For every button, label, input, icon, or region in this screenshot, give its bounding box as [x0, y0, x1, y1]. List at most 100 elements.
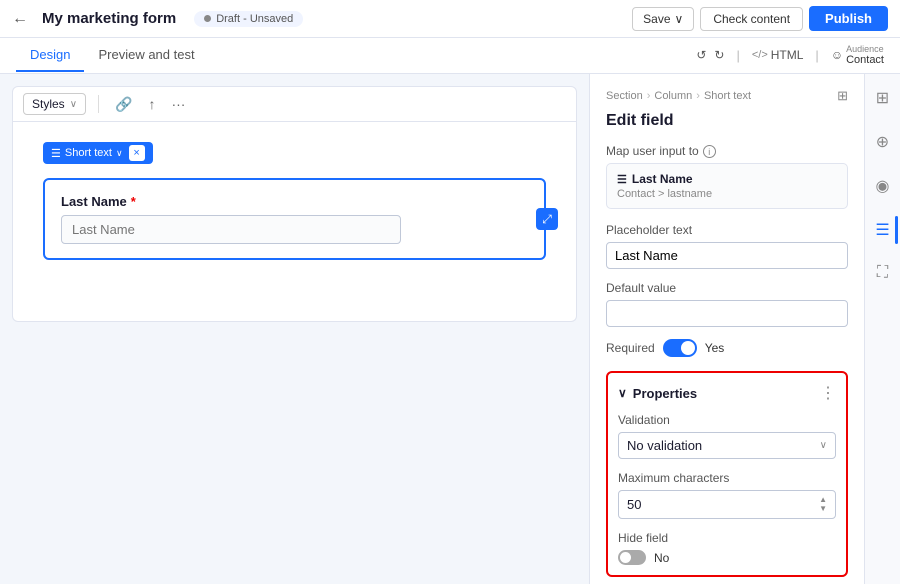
styles-select[interactable]: Styles ∨	[23, 93, 86, 115]
undo-button[interactable]: ↺	[696, 48, 706, 62]
breadcrumb-type: Short text	[704, 90, 751, 102]
map-box[interactable]: ☰ Last Name Contact > lastname	[606, 163, 848, 209]
back-button[interactable]: ←	[12, 10, 28, 28]
up-icon[interactable]: ↑	[144, 94, 159, 114]
breadcrumb-column: Column	[654, 90, 692, 102]
header-actions: Save ∨ Check content Publish	[632, 6, 888, 31]
tabs-right: ↺ ↻ | </> HTML | ☺ Audience Contact	[696, 44, 884, 68]
canvas-area: Styles ∨ 🔗 ↑ ··· ☰ Short text ∨ × Last N…	[0, 74, 589, 584]
default-value-input[interactable]	[606, 300, 848, 327]
validation-value: No validation	[627, 438, 702, 453]
publish-button[interactable]: Publish	[809, 6, 888, 31]
placeholder-label: Placeholder text	[606, 223, 848, 237]
field-chip-icon: ☰	[51, 147, 61, 160]
properties-header: ∨ Properties ⋮	[618, 383, 836, 403]
max-chars-label: Maximum characters	[618, 471, 836, 485]
canvas-content: ☰ Short text ∨ × Last Name * ⤢	[12, 122, 577, 322]
more-icon[interactable]: ···	[167, 94, 189, 114]
properties-left: ∨ Properties	[618, 386, 697, 401]
styles-label: Styles	[32, 97, 65, 111]
eye-icon[interactable]: ◉	[872, 172, 894, 200]
audience-sub: Contact	[846, 54, 884, 67]
redo-button[interactable]: ↻	[714, 48, 724, 62]
default-label: Default value	[606, 281, 848, 295]
check-content-button[interactable]: Check content	[700, 7, 803, 31]
map-label: Map user input to i	[606, 144, 848, 158]
field-label-text: Last Name	[61, 194, 127, 209]
edit-field-title: Edit field	[606, 112, 848, 130]
placeholder-input[interactable]	[606, 242, 848, 269]
toolbar-separator	[98, 95, 99, 113]
side-icon-bar: ⊞ ⊕ ◉ ☰ ⛶	[864, 74, 900, 584]
info-icon: i	[703, 145, 716, 158]
map-field-sub: Contact > lastname	[617, 188, 837, 200]
field-chip-label: Short text	[65, 147, 112, 159]
grid-icon[interactable]: ⊞	[872, 84, 893, 112]
stepper-down[interactable]: ▼	[819, 505, 827, 513]
tab-design[interactable]: Design	[16, 39, 84, 72]
required-star: *	[131, 194, 136, 209]
main-area: Styles ∨ 🔗 ↑ ··· ☰ Short text ∨ × Last N…	[0, 74, 900, 584]
add-icon[interactable]: ⊕	[872, 128, 893, 156]
canvas-toolbar: Styles ∨ 🔗 ↑ ···	[12, 86, 577, 122]
required-label: Required	[606, 341, 655, 355]
max-chars-stepper: ▲ ▼	[819, 496, 827, 513]
draft-badge: Draft - Unsaved	[194, 11, 303, 27]
properties-menu-icon[interactable]: ⋮	[820, 383, 836, 403]
image-icon[interactable]: ⛶	[873, 260, 892, 286]
properties-chevron[interactable]: ∨	[618, 386, 627, 400]
field-label: Last Name *	[61, 194, 528, 209]
html-button[interactable]: </> HTML	[752, 48, 804, 62]
properties-label: Properties	[633, 386, 697, 401]
required-yes-label: Yes	[705, 341, 725, 355]
delete-chip-button[interactable]: ×	[129, 145, 145, 161]
draft-label: Draft - Unsaved	[216, 13, 293, 25]
save-button[interactable]: Save ∨	[632, 7, 694, 31]
fields-icon[interactable]: ☰	[871, 216, 893, 244]
tabs-left: Design Preview and test	[16, 39, 209, 72]
audience-button[interactable]: ☺ Audience Contact	[831, 44, 884, 68]
field-chip: ☰ Short text ∨ ×	[43, 142, 153, 164]
form-field-input[interactable]	[61, 215, 401, 244]
right-panel-inner: Section › Column › Short text ⊞ Edit fie…	[590, 74, 864, 584]
save-label: Save	[643, 12, 670, 26]
drag-handle[interactable]: ⤢	[536, 208, 558, 230]
form-field-container: Last Name * ⤢	[43, 178, 546, 260]
hide-field-value: No	[654, 551, 669, 565]
map-field-name: Last Name	[632, 172, 693, 186]
validation-label: Validation	[618, 413, 836, 427]
hide-field-row: No	[618, 550, 836, 565]
hide-field-toggle[interactable]	[618, 550, 646, 565]
top-header: ← My marketing form Draft - Unsaved Save…	[0, 0, 900, 38]
breadcrumb-section: Section	[606, 90, 643, 102]
field-chip-chevron: ∨	[116, 148, 123, 159]
max-chars-input-row: 50 ▲ ▼	[618, 490, 836, 519]
validation-select[interactable]: No validation ∨	[618, 432, 836, 459]
draft-dot	[204, 15, 211, 22]
tab-bar: Design Preview and test ↺ ↻ | </> HTML |…	[0, 38, 900, 74]
map-field-icon: ☰	[617, 173, 627, 186]
required-row: Required Yes	[606, 339, 848, 357]
hide-field-label: Hide field	[618, 531, 836, 545]
right-panel: Section › Column › Short text ⊞ Edit fie…	[589, 74, 864, 584]
check-content-label: Check content	[713, 12, 790, 26]
breadcrumb-sep-1: ›	[647, 90, 651, 102]
audience-label: Audience	[846, 44, 884, 55]
page-title: My marketing form	[42, 10, 176, 27]
properties-section: ∨ Properties ⋮ Validation No validation …	[606, 371, 848, 577]
validation-chevron: ∨	[820, 440, 827, 451]
styles-chevron: ∨	[70, 99, 77, 110]
breadcrumb-icon[interactable]: ⊞	[837, 88, 848, 104]
html-label: HTML	[771, 48, 804, 62]
toggle-knob	[681, 341, 695, 355]
breadcrumb-sep-2: ›	[696, 90, 700, 102]
link-icon[interactable]: 🔗	[111, 94, 136, 115]
required-toggle[interactable]	[663, 339, 697, 357]
hide-toggle-knob	[620, 552, 631, 563]
tab-preview[interactable]: Preview and test	[84, 39, 208, 72]
stepper-up[interactable]: ▲	[819, 496, 827, 504]
save-chevron: ∨	[675, 12, 684, 26]
breadcrumb: Section › Column › Short text ⊞	[606, 88, 848, 104]
max-chars-value[interactable]: 50	[627, 497, 641, 512]
map-box-title: ☰ Last Name	[617, 172, 837, 186]
